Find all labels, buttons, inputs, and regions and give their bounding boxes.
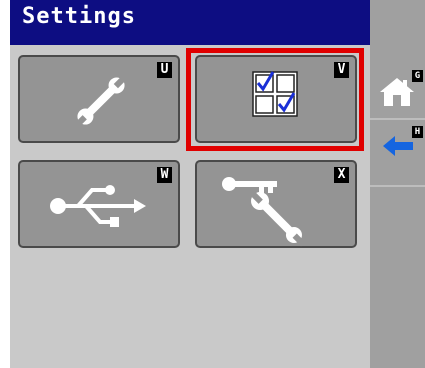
checkbox-grid-icon (252, 71, 298, 117)
home-button[interactable]: G (375, 70, 423, 110)
shortcut-key-badge: G (412, 70, 423, 82)
page-title: Settings (22, 4, 136, 29)
tile-usb[interactable]: W (18, 160, 180, 248)
usb-icon (50, 185, 146, 227)
divider (370, 185, 425, 187)
tile-options-checklist[interactable]: V (195, 55, 357, 143)
key-wrench-icon (222, 177, 306, 247)
tile-access-service[interactable]: X (195, 160, 357, 248)
divider (370, 118, 425, 120)
back-button[interactable]: H (375, 126, 423, 166)
side-panel (370, 0, 425, 368)
wrench-icon (74, 75, 127, 128)
title-bar: Settings (10, 0, 370, 45)
tile-service-tools[interactable]: U (18, 55, 180, 143)
shortcut-key-badge: H (412, 126, 423, 138)
